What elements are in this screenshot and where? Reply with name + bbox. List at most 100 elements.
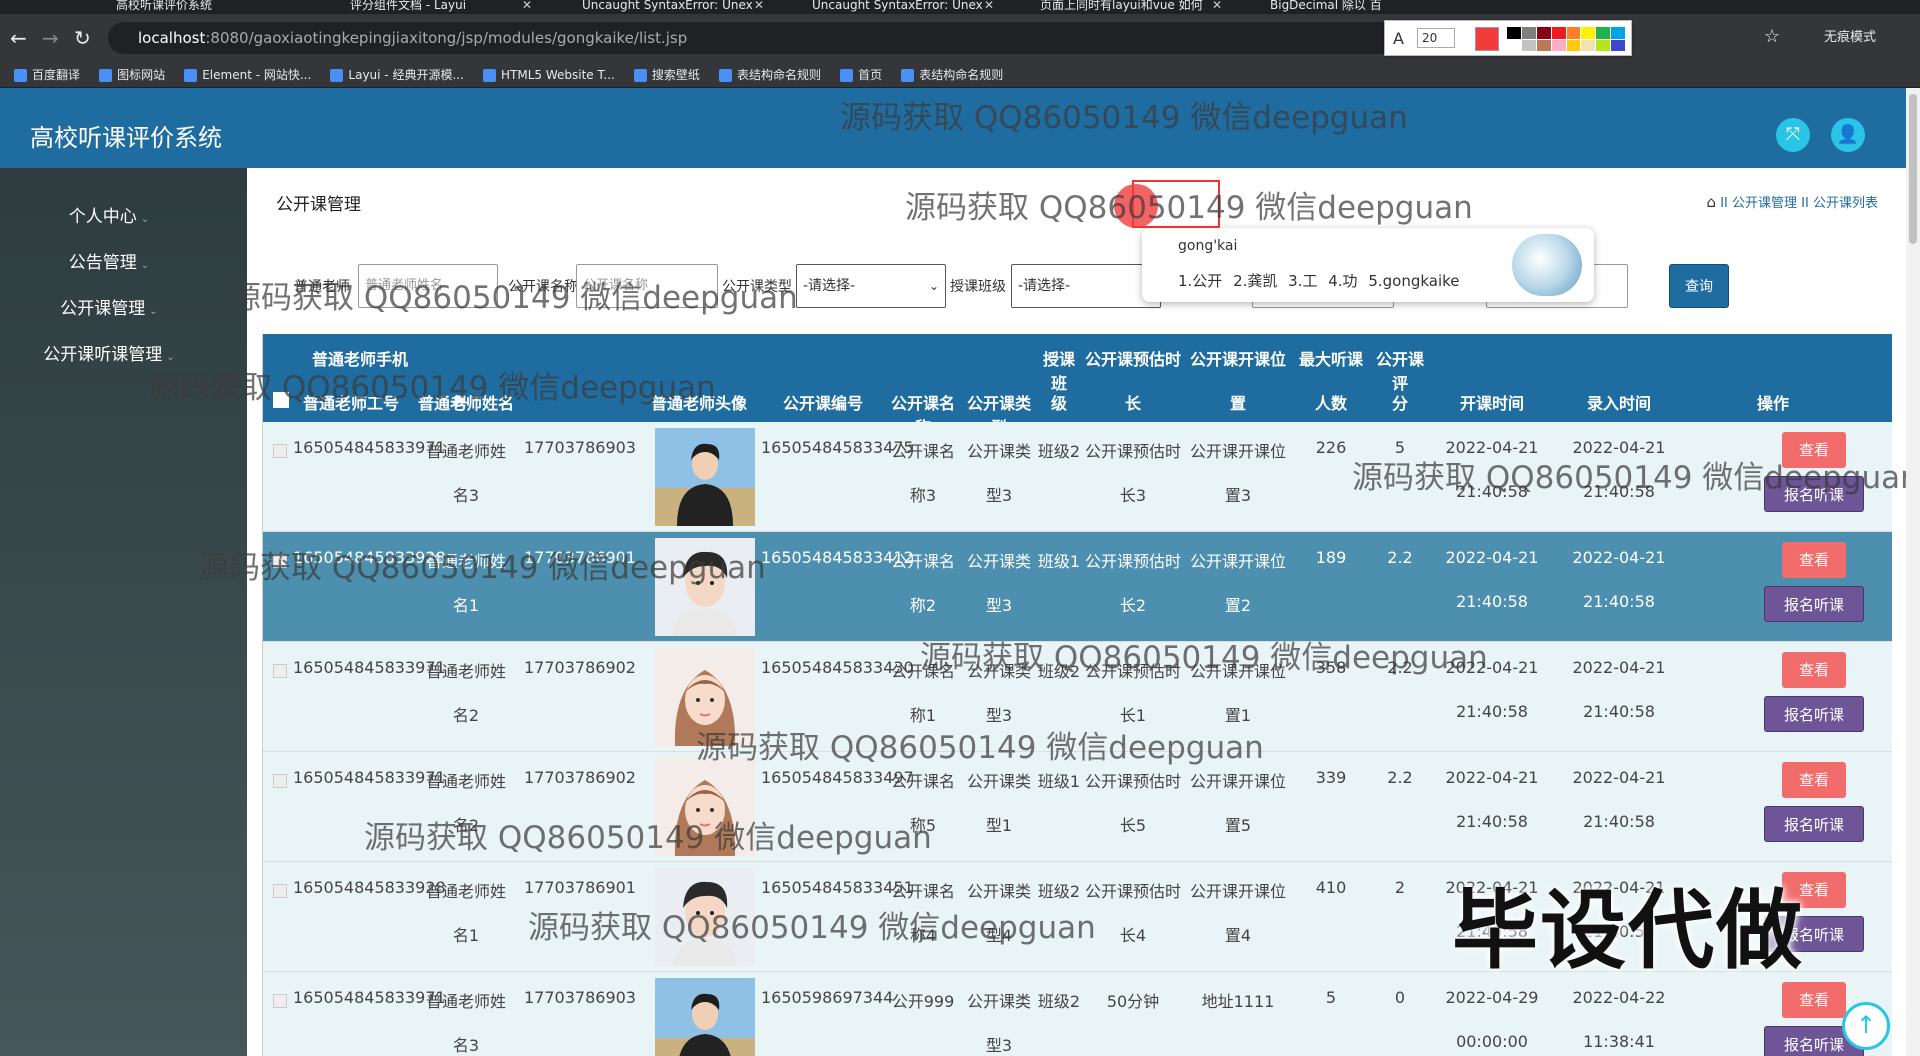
breadcrumb-item[interactable]: 公开课列表 <box>1813 196 1878 211</box>
scrollbar-thumb[interactable] <box>1909 94 1917 244</box>
view-button[interactable]: 查看 <box>1782 652 1846 688</box>
class-name-input[interactable]: 公开课名称 <box>576 264 718 308</box>
font-size-select[interactable]: 20 <box>1417 28 1455 48</box>
color-swatch[interactable] <box>1596 27 1611 39</box>
browser-tab[interactable]: Uncaught SyntaxError: Unex ✕ <box>790 0 1000 14</box>
sidebar-item-announcements[interactable]: 公告管理 ⌄ <box>0 248 218 273</box>
row-checkbox[interactable] <box>273 554 287 568</box>
register-button[interactable]: 报名听课 <box>1764 476 1864 512</box>
bookmark-item[interactable]: 百度翻译 <box>14 62 80 88</box>
color-swatch[interactable] <box>1611 39 1625 51</box>
browser-tab[interactable]: Uncaught SyntaxError: Unex ✕ <box>560 0 770 14</box>
breadcrumb-item[interactable]: 公开课管理 <box>1732 196 1797 211</box>
column-header-line2: 分 <box>1391 394 1408 413</box>
class-type-label: 公开课类型 <box>722 279 792 295</box>
register-button[interactable]: 报名听课 <box>1764 806 1864 842</box>
text-tool-icon[interactable]: A <box>1393 29 1404 48</box>
color-swatch[interactable] <box>1581 27 1596 39</box>
browser-tab[interactable]: BigDecimal 除以 百 <box>1248 0 1388 14</box>
color-swatch[interactable] <box>1581 39 1596 51</box>
bookmark-item[interactable]: 首页 <box>840 62 882 88</box>
bookmark-item[interactable]: 表结构命名规则 <box>901 62 1003 88</box>
bookmark-item[interactable]: HTML5 Website T... <box>482 62 615 88</box>
row-checkbox[interactable] <box>273 994 287 1008</box>
table-row[interactable]: 165054845833971 普通老师姓 名3 17703786903 1650548… <box>263 422 1892 532</box>
row-checkbox[interactable] <box>273 884 287 898</box>
table-cell: 公开课名 称1 <box>885 642 961 752</box>
color-swatch[interactable] <box>1611 27 1625 39</box>
view-button[interactable]: 查看 <box>1782 432 1846 468</box>
cell-value: 公开课名 <box>890 772 955 791</box>
sidebar-item-open-class[interactable]: 公开课管理 ⌄ <box>0 294 218 319</box>
register-button[interactable]: 报名听课 <box>1764 586 1864 622</box>
home-icon[interactable]: ⌂ <box>1707 193 1717 211</box>
cell-value: 17703786902 <box>524 768 636 787</box>
sidebar-item-open-class-attendance[interactable]: 公开课听课管理 ⌄ <box>0 340 218 365</box>
bookmark-item[interactable]: Layui - 经典开源模... <box>330 62 464 88</box>
cursor-highlight <box>1114 184 1158 228</box>
close-icon[interactable]: ✕ <box>522 0 532 11</box>
back-to-top-icon[interactable]: ↑ <box>1842 1002 1890 1050</box>
color-swatch[interactable] <box>1566 39 1581 51</box>
table-row[interactable]: 165054845833971 普通老师姓 名2 17703786902 1650548… <box>263 752 1892 862</box>
user-icon[interactable]: 👤 <box>1831 118 1865 152</box>
cell-value: 226 <box>1315 438 1347 457</box>
reload-icon[interactable]: ↻ <box>74 26 91 50</box>
search-button[interactable]: 查询 <box>1669 264 1729 308</box>
current-color-swatch[interactable] <box>1475 27 1499 51</box>
back-icon[interactable]: ← <box>10 26 27 50</box>
color-swatch[interactable] <box>1536 27 1551 39</box>
table-cell: 17703786901 <box>523 862 637 972</box>
close-icon[interactable]: ✕ <box>1212 0 1222 11</box>
color-swatch[interactable] <box>1521 27 1536 39</box>
color-swatch[interactable] <box>1551 27 1566 39</box>
row-checkbox[interactable] <box>273 664 287 678</box>
close-icon[interactable]: ✕ <box>754 0 764 11</box>
color-swatch[interactable] <box>1536 39 1551 51</box>
browser-tab[interactable]: 高校听课评价系统 <box>94 0 294 14</box>
forward-icon[interactable]: → <box>42 26 59 50</box>
url-input[interactable]: localhost:8080/gaoxiaotingkepingjiaxiton… <box>108 22 1508 54</box>
table-row[interactable]: 165054845833971 普通老师姓 名2 17703786902 1650548… <box>263 642 1892 752</box>
close-icon[interactable]: ✕ <box>984 0 994 11</box>
column-header: 普通老师头像 <box>637 334 761 422</box>
cell-value: 普通老师姓 <box>425 442 506 461</box>
color-swatch[interactable] <box>1566 27 1581 39</box>
table-row[interactable]: 165054845833928 普通老师姓 名1 17703786901 1650548… <box>263 532 1892 642</box>
register-button[interactable]: 报名听课 <box>1764 696 1864 732</box>
select-all-checkbox[interactable] <box>273 392 289 408</box>
view-button[interactable]: 查看 <box>1782 542 1846 578</box>
tab-title: BigDecimal 除以 百 <box>1270 0 1382 12</box>
incognito-label[interactable]: 无痕模式 <box>1824 26 1876 45</box>
color-swatch[interactable] <box>1551 39 1566 51</box>
color-swatch[interactable] <box>1507 39 1521 51</box>
class-grade-select[interactable]: -请选择- <box>1011 264 1161 308</box>
scrollbar[interactable] <box>1906 88 1920 1056</box>
color-swatch[interactable] <box>1507 27 1521 39</box>
table-cell: 班级2 <box>1037 642 1081 752</box>
breadcrumb: ⌂ II 公开课管理 II 公开课列表 <box>1707 192 1878 211</box>
color-swatch[interactable] <box>1596 39 1611 51</box>
bookmark-item[interactable]: Element - 网站快... <box>184 62 311 88</box>
view-button[interactable]: 查看 <box>1782 762 1846 798</box>
bookmark-item[interactable]: 图标网站 <box>99 62 165 88</box>
color-swatch[interactable] <box>1521 39 1536 51</box>
fullscreen-icon[interactable]: ⤧ <box>1776 118 1810 152</box>
ime-candidates[interactable]: 1.公开 2.龚凯 3.工 4.功 5.gongkaike <box>1178 270 1460 291</box>
sidebar-item-personal-center[interactable]: 个人中心 ⌄ <box>0 202 218 227</box>
bookmark-star-icon[interactable]: ☆ <box>1764 26 1780 47</box>
browser-tab[interactable]: 评分组件文档 - Layui ✕ <box>328 0 538 14</box>
table-cell: 公开课类 型3 <box>961 972 1037 1056</box>
view-button[interactable]: 查看 <box>1782 982 1846 1018</box>
browser-tab[interactable]: 页面上同时有layui和vue 如何 ✕ <box>1018 0 1228 14</box>
cell-value: 2022-04-21 <box>1572 658 1666 677</box>
bookmark-item[interactable]: 搜索壁纸 <box>633 62 700 88</box>
row-checkbox[interactable] <box>273 444 287 458</box>
teacher-name-input[interactable]: 普通老师姓名 <box>358 264 498 308</box>
bookmark-item[interactable]: 表结构命名规则 <box>719 62 821 88</box>
bookmark-icon <box>633 69 647 82</box>
class-type-select[interactable]: -请选择- ⌄ <box>796 264 946 308</box>
row-checkbox[interactable] <box>273 774 287 788</box>
cell-value: 50分钟 <box>1106 992 1160 1011</box>
cell-value: 普通老师姓 <box>425 662 506 681</box>
